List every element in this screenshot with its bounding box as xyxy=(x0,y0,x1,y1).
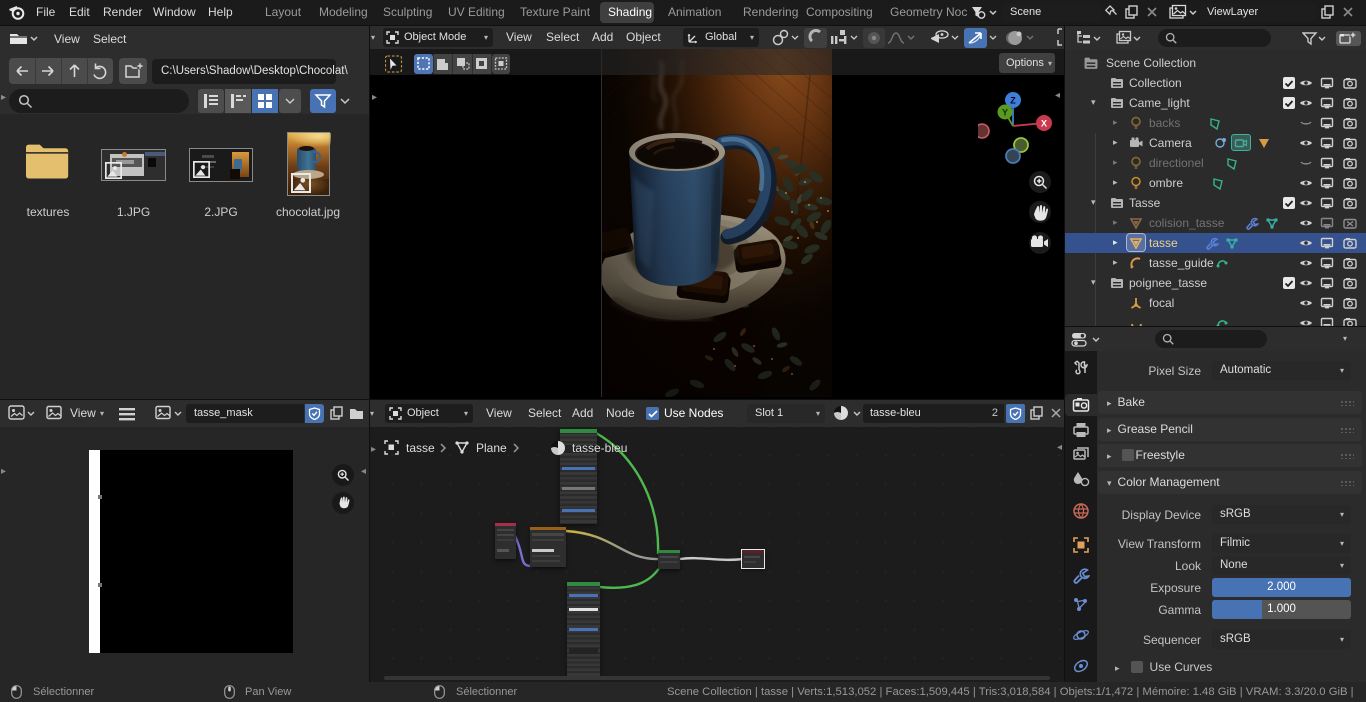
svg-text:tasse-bleu: tasse-bleu xyxy=(572,441,627,455)
svg-text:X: X xyxy=(1041,119,1047,129)
svg-text:Plane: Plane xyxy=(476,441,507,455)
svg-text:Y: Y xyxy=(1002,108,1008,118)
svg-text:tasse: tasse xyxy=(406,441,435,455)
svg-text:Z: Z xyxy=(1010,96,1016,106)
